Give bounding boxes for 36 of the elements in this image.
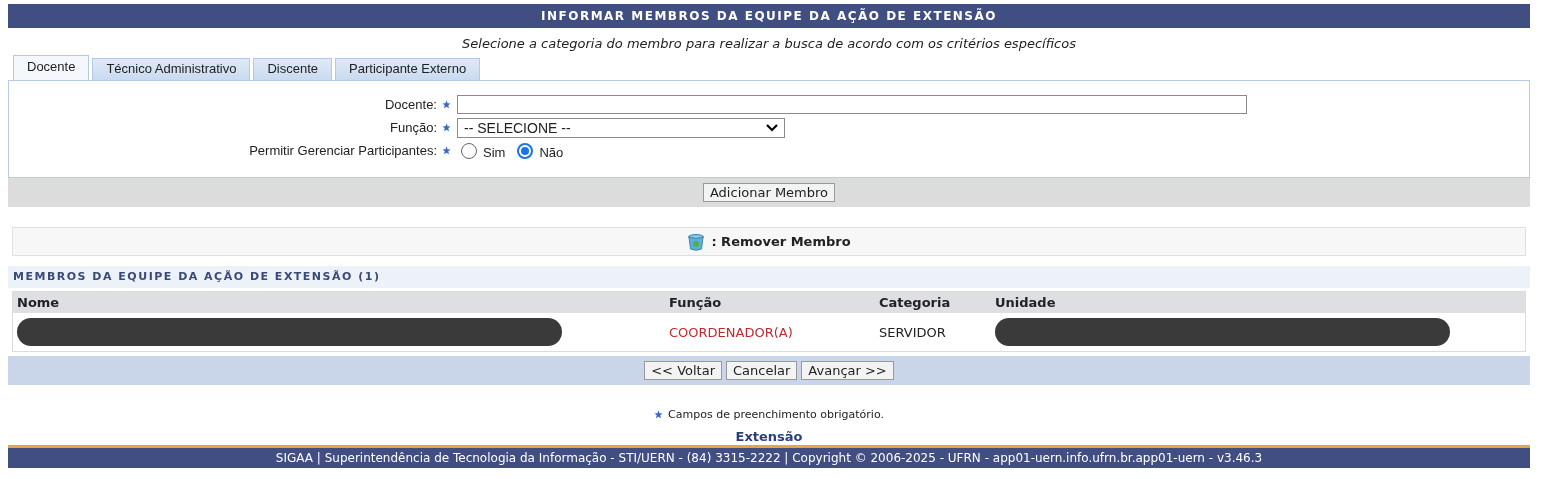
required-note: Campos de preenchimento obrigatório. [668, 408, 884, 421]
nav-button[interactable]: Cancelar [726, 361, 798, 380]
column-header: Categoria [875, 292, 991, 313]
required-star-icon [442, 100, 451, 109]
required-star-icon [442, 123, 451, 132]
radio-button[interactable] [517, 142, 534, 159]
module-link[interactable]: Extensão [735, 429, 803, 444]
add-member-button[interactable]: Adicionar Membro [702, 183, 836, 202]
chevron-down-icon [766, 123, 778, 132]
category-tab[interactable]: Docente [13, 55, 90, 80]
category-tab[interactable]: Discente [253, 58, 333, 80]
footer-bar: SIGAA | Superintendência de Tecnologia da Informação - STI/UERN - (84) 3315-2222 | Copyright © 2006-2025 - UFRN - app01-uern.info.ufrn.br.app01-uern - v3.46.3 [8, 445, 1530, 468]
column-header: Unidade [991, 292, 1525, 313]
category-tab[interactable]: Técnico Administrativo [92, 58, 251, 80]
radio-button[interactable] [461, 142, 477, 159]
section-title: MEMBROS DA EQUIPE DA AÇÃO DE EXTENSÃO (1) [8, 266, 1530, 288]
field-label: Função: [390, 120, 437, 135]
category-tab[interactable]: Participante Externo [335, 58, 481, 80]
funcao-select[interactable]: -- SELECIONE -- [457, 117, 785, 138]
docente-input[interactable] [457, 95, 1247, 114]
radio-label: Não [539, 143, 564, 160]
table-cell: SERVIDOR [879, 324, 946, 340]
trash-bin-icon [687, 232, 706, 251]
required-star-icon [442, 146, 451, 155]
legend-text: : Remover Membro [711, 234, 851, 249]
field-label: Docente: [384, 97, 437, 112]
nav-button[interactable]: << Voltar [644, 361, 722, 380]
column-header: Função [665, 292, 875, 313]
radio-label: Sim [483, 143, 506, 160]
table-cell: COORDENADOR(A) [669, 324, 793, 340]
nav-button[interactable]: Avançar >> [801, 361, 894, 380]
column-header: Nome [13, 292, 665, 313]
field-label: Permitir Gerenciar Participantes: [249, 143, 437, 158]
required-star-icon [654, 410, 664, 419]
instruction-text: Selecione a categoria do membro para realizar a busca de acordo com os critérios específicos [462, 36, 1076, 51]
page-title: INFORMAR MEMBROS DA EQUIPE DA AÇÃO DE EXTENSÃO [8, 4, 1530, 28]
